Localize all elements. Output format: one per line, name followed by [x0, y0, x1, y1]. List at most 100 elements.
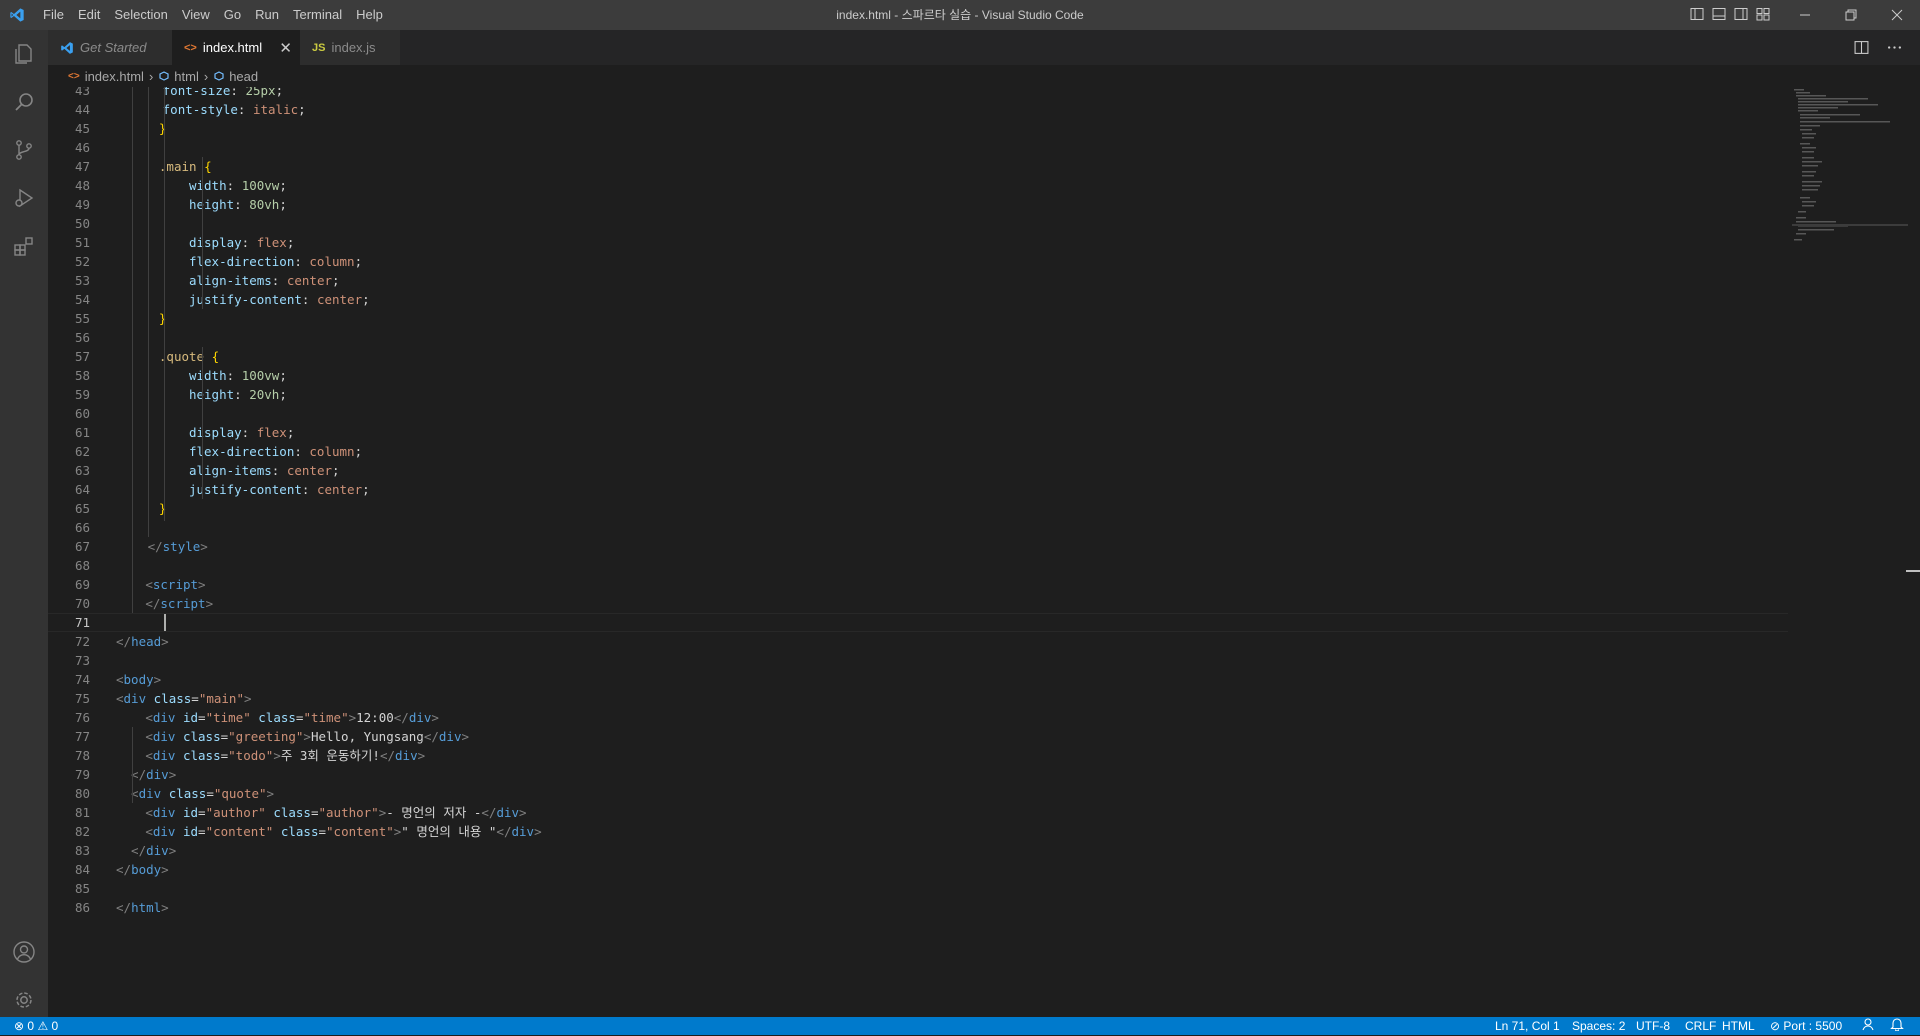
line-content: justify-content: center; — [188, 482, 370, 497]
line-number: 83 — [74, 843, 90, 858]
explorer-button[interactable] — [0, 30, 48, 78]
toggle-panel-icon[interactable] — [1712, 7, 1726, 21]
js-icon: JS — [312, 41, 326, 54]
menu-terminal[interactable]: Terminal — [286, 0, 349, 30]
line-content: </html> — [116, 900, 169, 915]
close-window-button[interactable] — [1874, 0, 1920, 30]
eol-status[interactable]: CRLF — [1685, 1017, 1716, 1035]
scrollbar-position-marker[interactable] — [1906, 570, 1920, 572]
breadcrumb-head[interactable]: head — [213, 69, 258, 84]
code-line: 80 <div class="quote"> — [48, 784, 1788, 803]
line-number: 75 — [74, 691, 90, 706]
menu-selection[interactable]: Selection — [107, 0, 174, 30]
code-line: 65} — [48, 499, 1788, 518]
encoding-status[interactable]: UTF-8 — [1636, 1017, 1670, 1035]
tab-label: index.js — [331, 40, 376, 55]
notifications-icon[interactable] — [1890, 1017, 1904, 1035]
line-number: 72 — [74, 634, 90, 649]
code-line: 61 display: flex; — [48, 423, 1788, 442]
line-content: } — [158, 121, 167, 136]
indent-guide — [202, 347, 203, 499]
code-line-current: 71 — [48, 613, 1788, 632]
code-line: 58 width: 100vw; — [48, 366, 1788, 385]
tab-index-html[interactable]: <> index.html ✕ — [172, 30, 300, 65]
code-line: 79 </div> — [48, 765, 1788, 784]
line-content: align-items: center; — [188, 463, 340, 478]
restore-button[interactable] — [1828, 0, 1874, 30]
error-icon: ⊗ — [14, 1019, 25, 1033]
code-line: 48 width: 100vw; — [48, 176, 1788, 195]
gear-icon — [16, 992, 32, 1008]
line-number: 58 — [74, 368, 90, 383]
line-content: </body> — [116, 862, 169, 877]
indent-guide — [132, 87, 133, 613]
breadcrumb-html[interactable]: html — [158, 69, 199, 84]
menu-file[interactable]: File — [36, 0, 71, 30]
line-number: 73 — [74, 653, 90, 668]
menu-help[interactable]: Help — [349, 0, 390, 30]
code-line: 47 .main { — [48, 157, 1788, 176]
breadcrumb-label: html — [174, 68, 199, 84]
code-line: 73 — [48, 651, 1788, 670]
code-line: 83 </div> — [48, 841, 1788, 860]
accounts-button[interactable] — [0, 928, 48, 976]
close-tab-icon[interactable]: ✕ — [279, 39, 292, 57]
html-icon: <> — [68, 70, 80, 82]
line-content: font-size: 25px; — [162, 87, 284, 98]
text-cursor — [164, 614, 166, 631]
line-number: 79 — [74, 767, 90, 782]
customize-layout-icon[interactable] — [1756, 7, 1770, 21]
toggle-primary-sidebar-icon[interactable] — [1690, 7, 1704, 21]
code-line: 63 align-items: center; — [48, 461, 1788, 480]
menu-view[interactable]: View — [175, 0, 217, 30]
code-line: 74 <body> — [48, 670, 1788, 689]
menu-go[interactable]: Go — [217, 0, 248, 30]
live-server-status[interactable]: ⊘ Port : 5500 — [1770, 1017, 1842, 1035]
code-line: 75 <div class="main"> — [48, 689, 1788, 708]
search-button[interactable] — [0, 78, 48, 126]
minimize-button[interactable] — [1782, 0, 1828, 30]
explorer-icon — [15, 44, 32, 64]
line-number: 65 — [74, 501, 90, 516]
line-number: 66 — [74, 520, 90, 535]
breadcrumb-file[interactable]: <> index.html — [68, 69, 144, 84]
feedback-icon[interactable] — [1862, 1017, 1876, 1035]
window-controls — [1782, 0, 1920, 30]
line-content: <div id="content" class="content">" 명언의 … — [145, 824, 542, 839]
vscode-logo-icon[interactable] — [8, 7, 26, 23]
minimap[interactable] — [1792, 87, 1908, 1017]
line-number: 71 — [74, 615, 90, 630]
code-line: 81 <div id="author" class="author">- 명언의 … — [48, 803, 1788, 822]
line-content: <div class="greeting">Hello, Yungsang</d… — [145, 729, 470, 744]
split-editor-icon[interactable] — [1854, 40, 1869, 55]
chevron-right-icon: › — [203, 68, 209, 84]
port-label: Port : 5500 — [1783, 1019, 1843, 1033]
tab-index-js[interactable]: JS index.js — [300, 30, 400, 65]
line-content: </style> — [147, 539, 208, 554]
toggle-secondary-sidebar-icon[interactable] — [1734, 7, 1748, 21]
code-editor[interactable]: 43 font-size: 25px; 44 font-style: italic;… — [48, 87, 1920, 1017]
menu-edit[interactable]: Edit — [71, 0, 107, 30]
cursor-position[interactable]: Ln 71, Col 1 — [1495, 1017, 1560, 1035]
line-number: 45 — [74, 121, 90, 136]
problems-status[interactable]: ⊗ 0 ⚠ 0 — [14, 1017, 58, 1035]
code-line: 66 — [48, 518, 1788, 537]
line-number: 59 — [74, 387, 90, 402]
line-content: </head> — [116, 634, 169, 649]
language-mode[interactable]: HTML — [1722, 1017, 1755, 1035]
code-line: 50 — [48, 214, 1788, 233]
code-line: 68 — [48, 556, 1788, 575]
indentation-status[interactable]: Spaces: 2 — [1572, 1017, 1625, 1035]
breadcrumb: <> index.html › html › head — [48, 65, 1920, 87]
source-control-button[interactable] — [0, 126, 48, 174]
code-line: 69 <script> — [48, 575, 1788, 594]
code-line: 72 </head> — [48, 632, 1788, 651]
menu-run[interactable]: Run — [248, 0, 286, 30]
tab-get-started[interactable]: Get Started — [48, 30, 172, 65]
extensions-button[interactable] — [0, 222, 48, 270]
line-number: 46 — [74, 140, 90, 155]
run-debug-button[interactable] — [0, 174, 48, 222]
line-content: font-style: italic; — [162, 102, 306, 117]
line-content: display: flex; — [188, 425, 295, 440]
more-actions-icon[interactable] — [1887, 40, 1902, 55]
